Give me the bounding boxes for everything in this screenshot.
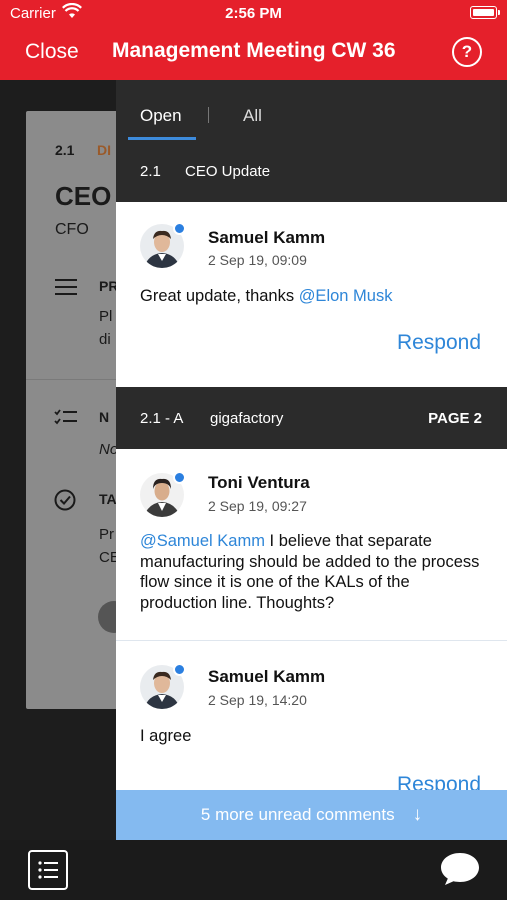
tab-all[interactable]: All <box>243 106 262 126</box>
agenda-list-button[interactable] <box>28 850 68 890</box>
menu-lines-icon <box>54 277 78 297</box>
close-button[interactable]: Close <box>25 40 79 64</box>
tab-open[interactable]: Open <box>140 106 182 126</box>
agenda-item-tag: DI <box>97 142 111 158</box>
unread-indicator <box>173 222 186 235</box>
chat-bubble-icon <box>441 853 479 885</box>
avatar[interactable] <box>140 222 186 268</box>
comment-author: Samuel Kamm <box>208 228 326 247</box>
arrow-down-icon: ↓ <box>412 804 423 825</box>
avatar[interactable] <box>140 663 186 709</box>
respond-button[interactable]: Respond <box>397 331 481 355</box>
tab-divider <box>208 107 209 123</box>
comment-text: Great update, thanks <box>140 287 299 305</box>
comment-item: Toni Ventura 2 Sep 19, 09:27 @Samuel Kam… <box>116 449 507 641</box>
check-circle-icon <box>54 489 78 511</box>
clock: 2:56 PM <box>225 5 282 22</box>
section-title: gigafactory <box>210 410 284 427</box>
unread-indicator <box>173 663 186 676</box>
avatar[interactable] <box>140 471 186 517</box>
agenda-item-title: CEO <box>55 181 112 211</box>
checklist-icon <box>54 408 78 428</box>
navigation-bar: Carrier 2:56 PM Close Management Meeting… <box>0 0 507 80</box>
comment-body: Great update, thanks @Elon Musk <box>140 286 483 307</box>
section-number: 2.1 <box>140 163 161 180</box>
comment-date: 2 Sep 19, 09:27 <box>208 498 307 514</box>
tasks-label: TA <box>99 491 117 507</box>
comment-body: @Samuel Kamm I believe that separate man… <box>140 531 483 613</box>
mention-link[interactable]: @Samuel Kamm <box>140 532 265 550</box>
comment-author: Samuel Kamm <box>208 667 326 686</box>
page-title: Management Meeting CW 36 <box>112 39 396 62</box>
section-title: CEO Update <box>185 163 271 180</box>
bottom-toolbar <box>0 840 507 900</box>
agenda-item-owner: CFO <box>55 221 89 238</box>
comment-date: 2 Sep 19, 09:09 <box>208 252 307 268</box>
comment-item: Samuel Kamm 2 Sep 19, 09:09 Great update… <box>116 202 507 387</box>
status-bar: Carrier 2:56 PM <box>0 0 507 28</box>
section-page: PAGE 2 <box>428 410 482 427</box>
comment-body: I agree <box>140 726 483 747</box>
comments-button[interactable] <box>439 850 481 888</box>
comments-panel: Open All 2.1 CEO Update Samuel Kamm 2 Se… <box>116 80 507 840</box>
section-header: 2.1 CEO Update <box>116 140 507 202</box>
agenda-item-number: 2.1 <box>55 142 75 158</box>
notes-label: N <box>99 409 110 425</box>
unread-count-label: 5 more unread comments <box>200 805 395 824</box>
tasks-text-1: Pr <box>99 526 114 543</box>
unread-comments-banner[interactable]: 5 more unread comments ↓ <box>116 790 507 840</box>
comment-author: Toni Ventura <box>208 473 310 492</box>
help-button[interactable]: ? <box>452 37 482 67</box>
unread-indicator <box>173 471 186 484</box>
presentation-text-1: Pl <box>99 308 113 325</box>
section-number: 2.1 - A <box>140 410 184 427</box>
presentation-text-2: di <box>99 331 111 348</box>
section-header: 2.1 - A gigafactory PAGE 2 <box>116 387 507 449</box>
comment-text: I agree <box>140 727 192 745</box>
list-icon <box>38 861 58 879</box>
comment-filter-tabs: Open All <box>116 80 507 140</box>
comment-date: 2 Sep 19, 14:20 <box>208 692 307 708</box>
mention-link[interactable]: @Elon Musk <box>299 287 393 305</box>
battery-icon <box>470 6 500 19</box>
